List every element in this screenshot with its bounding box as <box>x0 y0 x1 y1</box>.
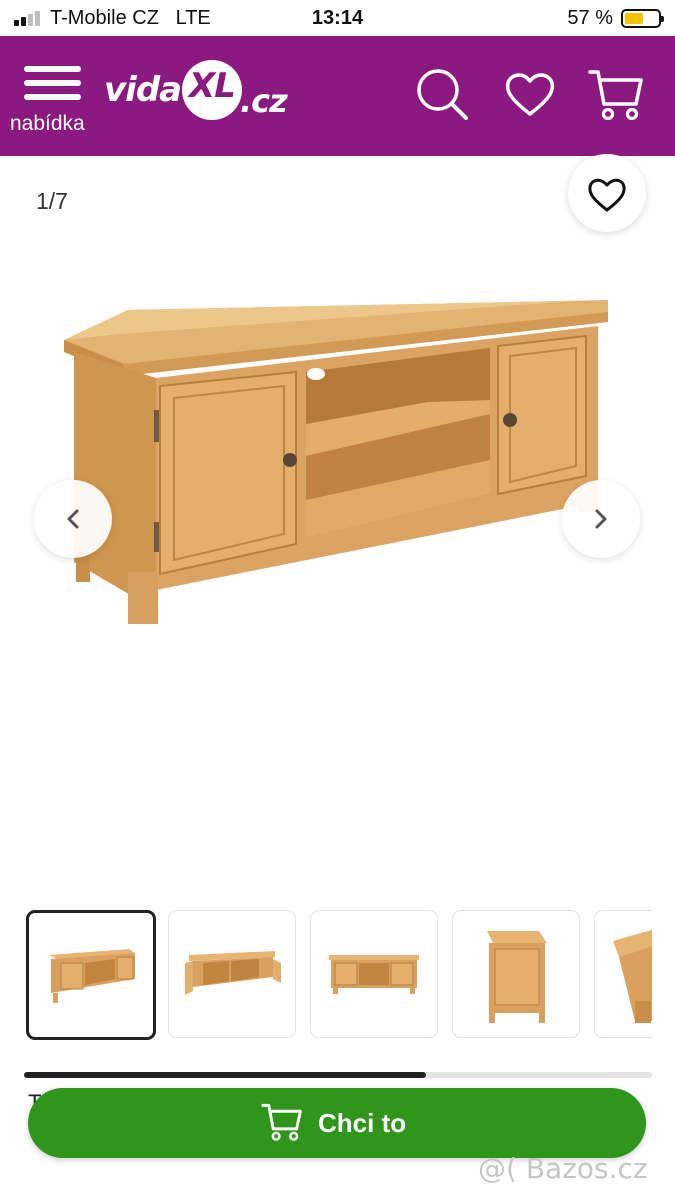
status-bar: T-Mobile CZ LTE 13:14 57 % <box>0 0 675 36</box>
thumbnail-scroll-progress <box>24 1072 426 1078</box>
chevron-right-icon <box>595 509 607 529</box>
menu-button[interactable]: nabídka <box>10 64 100 136</box>
cart-button[interactable] <box>586 66 646 122</box>
search-icon <box>417 69 468 120</box>
search-button[interactable] <box>414 66 470 122</box>
add-to-cart-label: Chci to <box>318 1108 407 1138</box>
cart-icon <box>588 70 643 121</box>
previous-image-button[interactable] <box>34 480 112 558</box>
next-image-button[interactable] <box>562 480 640 558</box>
image-counter: 1/7 <box>36 188 68 214</box>
thumbnail-strip[interactable] <box>24 910 652 1042</box>
menu-label: nabídka <box>10 112 85 135</box>
thumbnail-5[interactable] <box>594 910 652 1038</box>
heart-icon <box>505 73 555 116</box>
thumbnail-scroll-indicator <box>24 1072 652 1078</box>
wishlist-button[interactable] <box>502 66 558 122</box>
battery-level <box>625 13 644 24</box>
logo-mark: XL <box>182 60 242 120</box>
battery-percent: 57 % <box>567 7 613 29</box>
chevron-left-icon <box>67 509 79 529</box>
heart-icon <box>588 178 626 212</box>
bazos-watermark: @( Bazos.cz <box>478 1152 648 1185</box>
site-header: nabídka vida XL .cz <box>0 36 675 156</box>
logo-text-suffix: .cz <box>240 82 288 120</box>
battery-icon <box>621 9 664 28</box>
add-to-cart-button[interactable]: Chci to <box>28 1088 646 1158</box>
thumbnail-3[interactable] <box>310 910 438 1038</box>
thumbnail-2[interactable] <box>168 910 296 1038</box>
add-to-wishlist-button[interactable] <box>568 154 646 232</box>
cart-icon <box>261 1103 302 1141</box>
product-image-tv-cabinet[interactable] <box>60 290 615 635</box>
logo-text-prefix: vida <box>104 70 182 110</box>
thumbnail-1[interactable] <box>26 910 156 1040</box>
thumbnail-4[interactable] <box>452 910 580 1038</box>
